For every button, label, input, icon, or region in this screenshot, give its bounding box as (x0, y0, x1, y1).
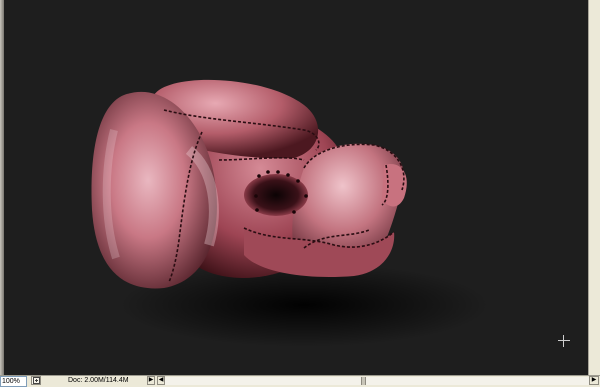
scroll-right-button[interactable]: ▶ (589, 376, 599, 385)
document-size-readout: Doc: 2.00M/114.4M (68, 377, 129, 384)
boxing-glove-artwork (91, 79, 489, 347)
zoom-level-field[interactable]: 100% (0, 376, 27, 387)
document-canvas[interactable] (4, 0, 589, 375)
scroll-left-button[interactable]: ◀ (157, 376, 165, 385)
document-window (0, 0, 600, 375)
horizontal-scrollbar-track[interactable] (165, 377, 589, 385)
status-menu-arrow-button[interactable]: ▶ (147, 376, 155, 385)
status-options-button[interactable] (31, 376, 41, 385)
crosshair-cursor-icon (558, 335, 570, 347)
status-bar: 100% Doc: 2.00M/114.4M ▶ ◀ ▶ (0, 375, 600, 387)
document-info-icon (33, 377, 40, 384)
horizontal-scrollbar-thumb[interactable] (361, 377, 366, 385)
vertical-scrollbar[interactable] (588, 0, 600, 375)
